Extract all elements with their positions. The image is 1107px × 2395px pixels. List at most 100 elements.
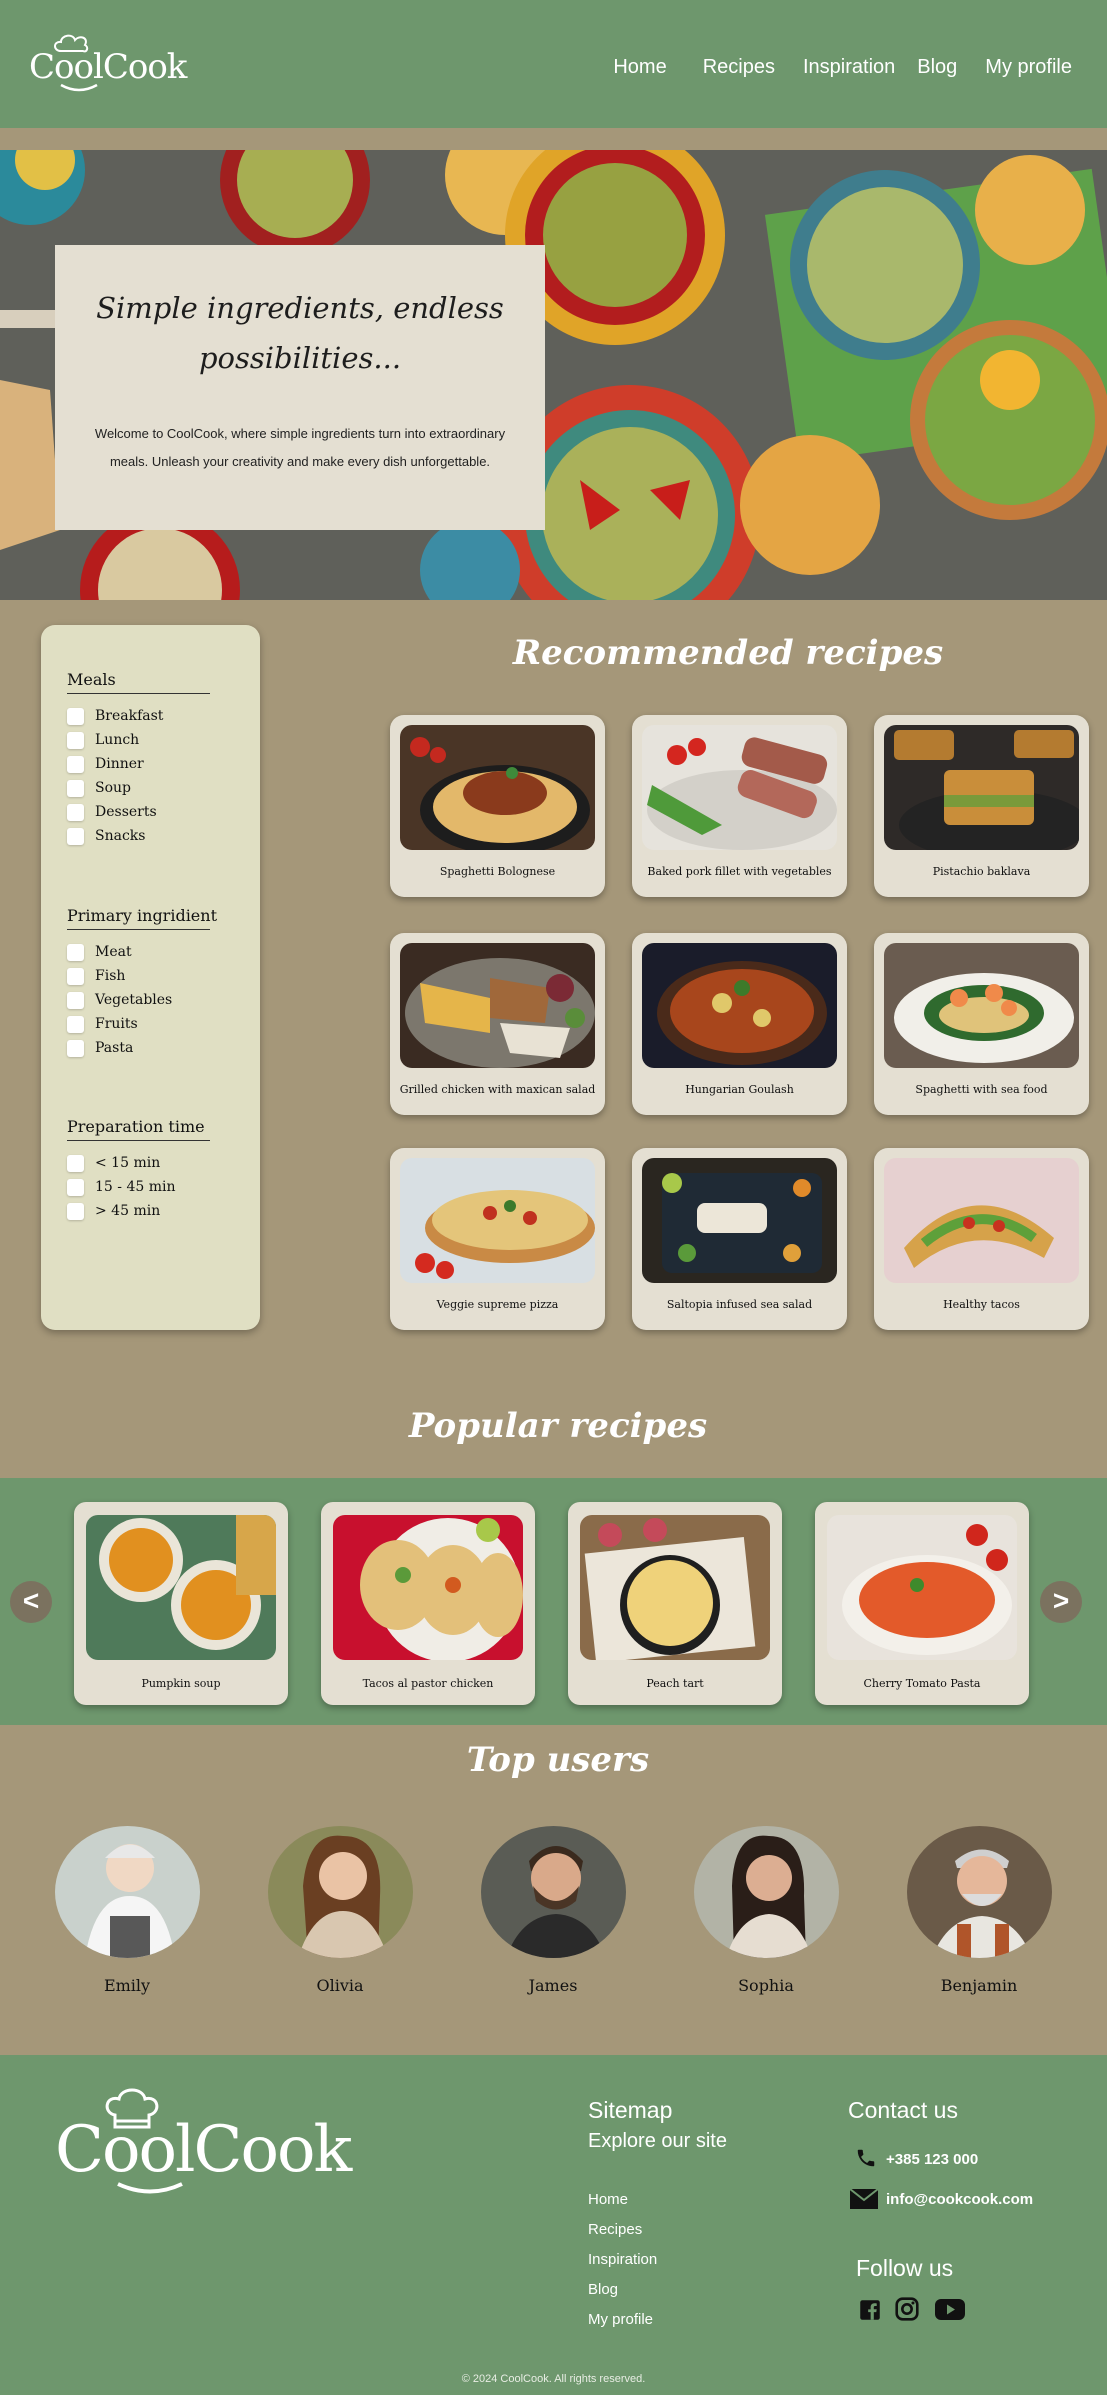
filter-group-primary: Primary ingridient Meat Fish Vegetables … bbox=[67, 906, 217, 1060]
user-card[interactable]: Benjamin bbox=[904, 1826, 1054, 1995]
recipe-image bbox=[884, 725, 1079, 850]
footer-logo-text: CoolCook bbox=[55, 2113, 352, 2187]
checkbox[interactable] bbox=[67, 1178, 84, 1196]
recipe-title: Pumpkin soup bbox=[141, 1677, 221, 1690]
filter-option-pasta[interactable]: Pasta bbox=[67, 1036, 210, 1060]
instagram-icon[interactable] bbox=[894, 2296, 920, 2322]
recipe-title: Pistachio baklava bbox=[932, 865, 1031, 878]
contact-phone[interactable]: +385 123 000 bbox=[886, 2151, 978, 2168]
main-nav: Home Recipes Inspiration Blog My profile bbox=[613, 56, 1072, 79]
filter-option-breakfast[interactable]: Breakfast bbox=[67, 704, 210, 728]
avatar bbox=[267, 1826, 413, 1958]
recipe-card[interactable]: Healthy tacos bbox=[874, 1148, 1089, 1330]
nav-home[interactable]: Home bbox=[613, 56, 666, 79]
filter-option-lunch[interactable]: Lunch bbox=[67, 728, 210, 752]
filter-option-15-45[interactable]: 15 - 45 min bbox=[67, 1175, 210, 1199]
checkbox[interactable] bbox=[67, 1039, 84, 1057]
checkbox[interactable] bbox=[67, 779, 84, 797]
filter-option-fish[interactable]: Fish bbox=[67, 964, 210, 988]
nav-recipes[interactable]: Recipes bbox=[703, 56, 775, 79]
popular-card[interactable]: Tacos al pastor chicken bbox=[321, 1502, 535, 1705]
filter-option-snacks[interactable]: Snacks bbox=[67, 824, 210, 848]
contact-title: Contact us bbox=[848, 2097, 958, 2123]
checkbox[interactable] bbox=[67, 827, 84, 845]
facebook-icon[interactable] bbox=[857, 2297, 883, 2323]
logo-smile bbox=[60, 83, 98, 92]
checkbox[interactable] bbox=[67, 755, 84, 773]
checkbox[interactable] bbox=[67, 707, 84, 725]
filter-label: Pasta bbox=[95, 1040, 134, 1056]
site-header: CoolCook Home Recipes Inspiration Blog M… bbox=[0, 0, 1107, 128]
sitemap-subtitle: Explore our site bbox=[588, 2130, 727, 2152]
user-card[interactable]: Sophia bbox=[691, 1826, 841, 1995]
avatar bbox=[480, 1826, 626, 1958]
recipe-card[interactable]: Hungarian Goulash bbox=[632, 933, 847, 1115]
recipe-card[interactable]: Veggie supreme pizza bbox=[390, 1148, 605, 1330]
checkbox[interactable] bbox=[67, 803, 84, 821]
checkbox[interactable] bbox=[67, 731, 84, 749]
footer-link-inspiration[interactable]: Inspiration bbox=[588, 2251, 657, 2268]
recipe-card[interactable]: Grilled chicken with maxican salad bbox=[390, 933, 605, 1115]
checkbox[interactable] bbox=[67, 943, 84, 961]
hero-title: Simple ingredients, endless possibilitie… bbox=[96, 291, 504, 375]
contact-email[interactable]: info@cookcook.com bbox=[886, 2191, 1033, 2208]
avatar bbox=[54, 1826, 200, 1958]
carousel-prev-button[interactable]: < bbox=[10, 1581, 52, 1623]
checkbox[interactable] bbox=[67, 1154, 84, 1172]
filter-option-fruits[interactable]: Fruits bbox=[67, 1012, 210, 1036]
carousel-next-button[interactable]: > bbox=[1040, 1581, 1082, 1623]
filter-option-dinner[interactable]: Dinner bbox=[67, 752, 210, 776]
checkbox[interactable] bbox=[67, 1202, 84, 1220]
header-strip bbox=[0, 128, 1107, 150]
logo[interactable]: CoolCook bbox=[29, 33, 187, 92]
filter-option-under-15[interactable]: < 15 min bbox=[67, 1151, 210, 1175]
recipe-title: Baked pork fillet with vegetables bbox=[647, 865, 832, 878]
recipe-card[interactable]: Pistachio baklava bbox=[874, 715, 1089, 897]
hero-card: Simple ingredients, endless possibilitie… bbox=[55, 245, 545, 530]
checkbox[interactable] bbox=[67, 967, 84, 985]
recipe-image bbox=[400, 1158, 595, 1283]
footer-logo[interactable]: CoolCook bbox=[55, 2085, 352, 2195]
footer-link-recipes[interactable]: Recipes bbox=[588, 2221, 642, 2238]
user-card[interactable]: James bbox=[478, 1826, 628, 1995]
recipe-card[interactable]: Spaghetti Bolognese bbox=[390, 715, 605, 897]
user-card[interactable]: Olivia bbox=[265, 1826, 415, 1995]
checkbox[interactable] bbox=[67, 1015, 84, 1033]
user-card[interactable]: Emily bbox=[52, 1826, 202, 1995]
nav-my-profile[interactable]: My profile bbox=[985, 56, 1072, 79]
footer-link-blog[interactable]: Blog bbox=[588, 2281, 618, 2298]
youtube-icon[interactable] bbox=[935, 2296, 965, 2322]
filter-option-vegetables[interactable]: Vegetables bbox=[67, 988, 210, 1012]
filter-option-over-45[interactable]: > 45 min bbox=[67, 1199, 210, 1223]
filter-option-desserts[interactable]: Desserts bbox=[67, 800, 210, 824]
popular-card[interactable]: Peach tart bbox=[568, 1502, 782, 1705]
recipe-card[interactable]: Spaghetti with sea food bbox=[874, 933, 1089, 1115]
site-footer: CoolCook Sitemap Explore our site Home R… bbox=[0, 2055, 1107, 2395]
recipe-image bbox=[884, 1158, 1079, 1283]
recipe-card[interactable]: Baked pork fillet with vegetables bbox=[632, 715, 847, 897]
user-name: Olivia bbox=[316, 1976, 364, 1995]
popular-card[interactable]: Cherry Tomato Pasta bbox=[815, 1502, 1029, 1705]
recipe-card[interactable]: Saltopia infused sea salad bbox=[632, 1148, 847, 1330]
user-name: Benjamin bbox=[940, 1976, 1018, 1995]
filter-option-meat[interactable]: Meat bbox=[67, 940, 210, 964]
footer-link-my-profile[interactable]: My profile bbox=[588, 2311, 653, 2328]
email-icon bbox=[850, 2189, 878, 2209]
filter-label: Breakfast bbox=[95, 708, 164, 724]
recipe-title: Healthy tacos bbox=[943, 1298, 1020, 1311]
avatar bbox=[906, 1826, 1052, 1958]
popular-card[interactable]: Pumpkin soup bbox=[74, 1502, 288, 1705]
nav-blog[interactable]: Blog bbox=[917, 56, 957, 79]
filter-label: Desserts bbox=[95, 804, 157, 820]
filter-label: Dinner bbox=[95, 756, 144, 772]
recipe-title: Hungarian Goulash bbox=[685, 1083, 794, 1096]
checkbox[interactable] bbox=[67, 991, 84, 1009]
nav-inspiration[interactable]: Inspiration bbox=[803, 56, 895, 79]
logo-smile bbox=[117, 2182, 183, 2194]
footer-link-home[interactable]: Home bbox=[588, 2191, 628, 2208]
recipe-title: Tacos al pastor chicken bbox=[362, 1677, 494, 1690]
filter-option-soup[interactable]: Soup bbox=[67, 776, 210, 800]
filter-label: < 15 min bbox=[95, 1155, 161, 1171]
sitemap-title: Sitemap bbox=[588, 2097, 673, 2123]
filter-label: Meat bbox=[95, 944, 132, 960]
